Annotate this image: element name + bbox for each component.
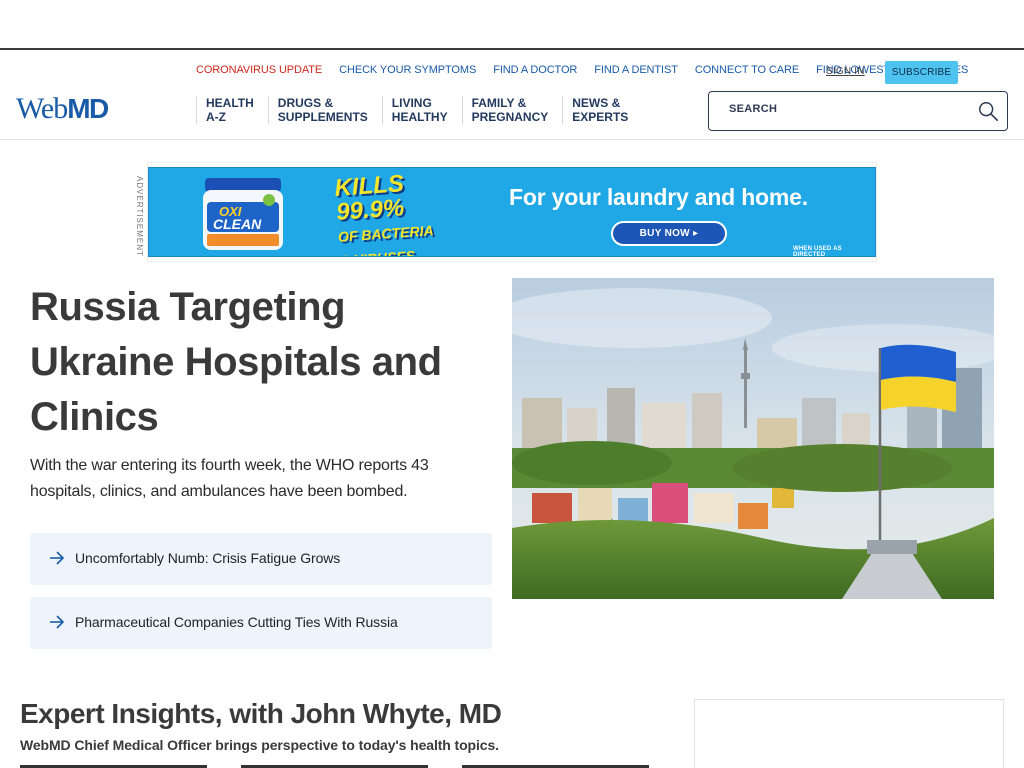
related-link-label: Uncomfortably Numb: Crisis Fatigue Grows <box>75 550 341 566</box>
advertisement-banner[interactable]: OXI CLEAN KILLS 99.9% OF BACTERIA & VIRU… <box>148 167 876 257</box>
expert-insights-title[interactable]: Expert Insights, with John Whyte, MD <box>20 698 502 730</box>
search-box <box>708 91 1008 131</box>
search-icon[interactable] <box>977 100 999 122</box>
arrow-right-icon <box>50 615 65 629</box>
ad-buy-now-label: BUY NOW <box>639 228 690 239</box>
kyiv-cityscape-image[interactable] <box>512 278 994 599</box>
related-link-pharma-russia[interactable]: Pharmaceutical Companies Cutting Ties Wi… <box>30 597 492 649</box>
oxiclean-product-image: OXI CLEAN <box>203 178 283 250</box>
utility-link-find-dentist[interactable]: FIND A DENTIST <box>594 64 678 76</box>
main-nav: HEALTH A-Z DRUGS & SUPPLEMENTS LIVING HE… <box>196 96 642 124</box>
ad-tagline: For your laundry and home. <box>509 184 808 210</box>
svg-text:CLEAN: CLEAN <box>213 216 262 232</box>
nav-health-a-z[interactable]: HEALTH A-Z <box>196 96 268 124</box>
logo-md: MD <box>67 93 109 124</box>
chevron-right-icon: ▸ <box>693 228 699 239</box>
nav-drugs-supplements[interactable]: DRUGS & SUPPLEMENTS <box>267 96 382 124</box>
utility-link-find-doctor[interactable]: FIND A DOCTOR <box>493 64 577 76</box>
search-input[interactable] <box>729 103 969 115</box>
arrow-right-icon <box>50 551 65 565</box>
advertisement-label: ADVERTISEMENT <box>135 176 144 257</box>
expert-insights-subtitle: WebMD Chief Medical Officer brings persp… <box>20 737 499 753</box>
utility-link-symptoms[interactable]: CHECK YOUR SYMPTOMS <box>339 64 476 76</box>
feature-headline[interactable]: Russia Targeting Ukraine Hospitals and C… <box>30 280 490 445</box>
ad-buy-now-button[interactable]: BUY NOW ▸ <box>611 221 727 246</box>
ad-kills-claim: KILLS 99.9% OF BACTERIA & VIRUSES <box>334 168 480 256</box>
feature-dek: With the war entering its fourth week, t… <box>30 457 429 500</box>
related-link-crisis-fatigue[interactable]: Uncomfortably Numb: Crisis Fatigue Grows <box>30 533 492 585</box>
sign-in-link[interactable]: SIGN IN <box>826 66 865 77</box>
logo-web: Web <box>16 92 68 125</box>
nav-news-experts[interactable]: NEWS & EXPERTS <box>562 96 642 124</box>
utility-nav: CORONAVIRUS UPDATE CHECK YOUR SYMPTOMS F… <box>196 64 985 76</box>
site-header: CORONAVIRUS UPDATE CHECK YOUR SYMPTOMS F… <box>0 52 1024 140</box>
ad-fine-print: WHEN USED AS DIRECTED <box>793 246 842 257</box>
nav-living-healthy[interactable]: LIVING HEALTHY <box>381 96 462 124</box>
subscribe-button[interactable]: SUBSCRIBE <box>885 61 958 84</box>
nav-family-pregnancy[interactable]: FAMILY & PREGNANCY <box>461 96 563 124</box>
sidebar-ad-box <box>694 699 1004 768</box>
utility-link-coronavirus[interactable]: CORONAVIRUS UPDATE <box>196 64 322 76</box>
related-link-label: Pharmaceutical Companies Cutting Ties Wi… <box>75 614 398 630</box>
top-ad-strip <box>0 0 1024 50</box>
webmd-logo[interactable]: WebMD <box>16 92 109 126</box>
utility-link-connect-care[interactable]: CONNECT TO CARE <box>695 64 799 76</box>
